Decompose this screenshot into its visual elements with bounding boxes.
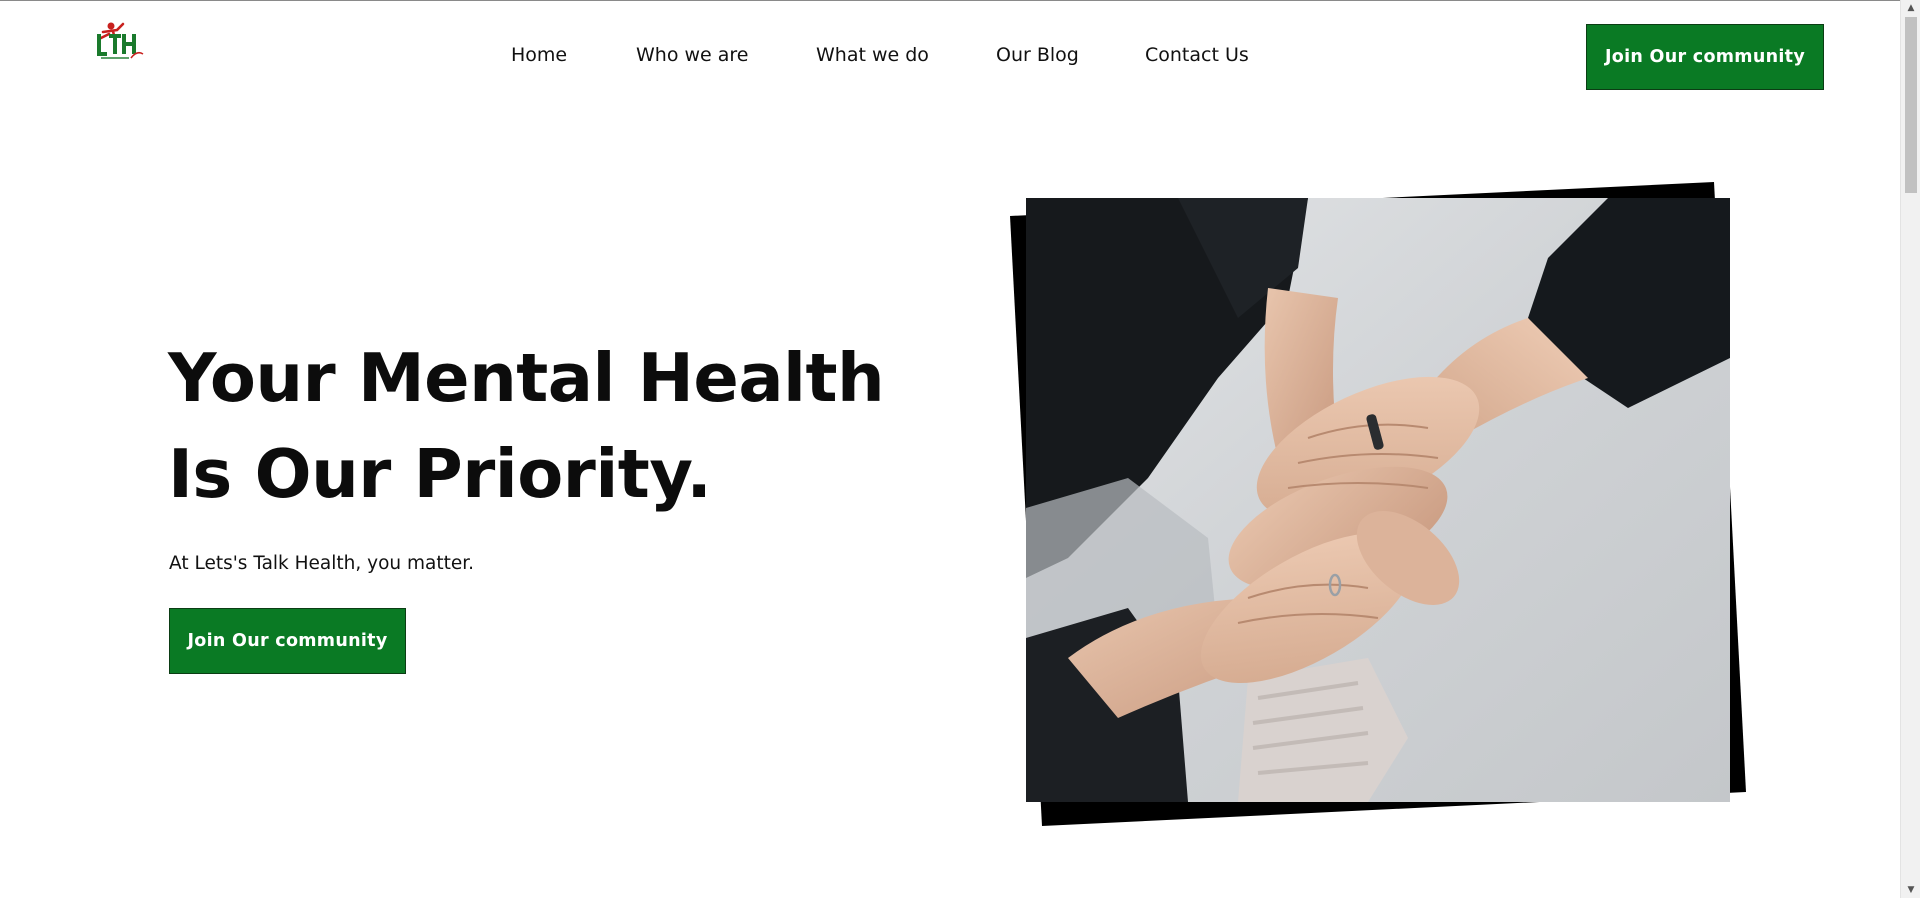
nav-what-we-do[interactable]: What we do	[816, 44, 929, 66]
nav-contact-us[interactable]: Contact Us	[1145, 44, 1249, 66]
arrow-up-icon[interactable]: ▲	[1901, 0, 1920, 16]
hero-title-line1: Your Mental Health	[168, 339, 885, 417]
hero-title-line2: Is Our Priority.	[168, 435, 712, 513]
nav-home[interactable]: Home	[511, 44, 567, 66]
nav-who-we-are[interactable]: Who we are	[636, 44, 749, 66]
scrollbar-thumb[interactable]	[1905, 17, 1917, 193]
join-community-header-button[interactable]: Join Our community	[1586, 24, 1824, 90]
hero-subtitle: At Lets's Talk Health, you matter.	[169, 553, 475, 574]
nav-our-blog[interactable]: Our Blog	[996, 44, 1079, 66]
hands-photo	[1010, 182, 1746, 826]
page-scrollbar[interactable]: ▲ ▼	[1900, 0, 1920, 898]
hero-title: Your Mental Health Is Our Priority.	[168, 330, 885, 522]
window-top-border	[0, 0, 1900, 1]
arrow-down-icon[interactable]: ▼	[1901, 882, 1920, 898]
join-community-hero-button[interactable]: Join Our community	[169, 608, 406, 674]
hero-image	[1008, 178, 1748, 828]
site-logo[interactable]	[95, 20, 145, 72]
